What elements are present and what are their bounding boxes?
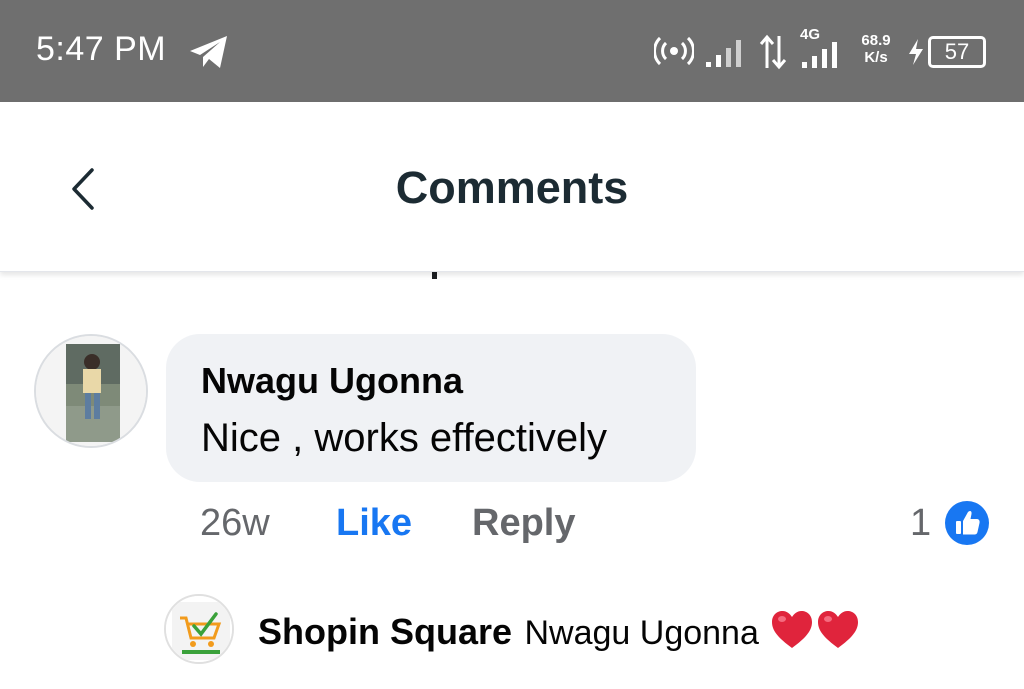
page-title: Comments xyxy=(395,162,629,213)
reply-author[interactable]: Shopin Square xyxy=(258,611,512,652)
reply-button[interactable]: Reply xyxy=(472,502,575,545)
reaction-count[interactable]: 1 xyxy=(910,502,931,545)
heart-icon xyxy=(772,611,813,648)
status-time: 5:47 PM xyxy=(36,30,167,68)
charging-icon xyxy=(909,39,923,65)
mobile-data-indicator: 4G xyxy=(796,26,844,70)
heart-emojis xyxy=(769,608,861,657)
like-button[interactable]: Like xyxy=(336,502,412,545)
hotspot-icon xyxy=(654,36,694,66)
comment-author[interactable]: Nwagu Ugonna xyxy=(201,360,463,402)
signal-icon xyxy=(706,40,741,67)
reply-item: Shopin Square Nwagu Ugonna xyxy=(258,608,861,657)
network-speed: 68.9 K/s xyxy=(855,32,897,66)
comment-timestamp: 26w xyxy=(200,502,270,544)
status-bar: 5:47 PM 4G 68.9 K/s 57 xyxy=(0,0,1024,102)
network-speed-value: 68.9 xyxy=(861,32,891,49)
comments-header: Comments xyxy=(0,102,1024,272)
thumbs-up-icon[interactable] xyxy=(944,500,990,546)
reply-avatar[interactable] xyxy=(164,594,234,664)
avatar-photo xyxy=(36,336,146,446)
signal-icon xyxy=(802,42,837,68)
comment-bubble[interactable]: Nwagu Ugonna Nice , works effectively xyxy=(166,334,696,482)
telegram-icon xyxy=(190,36,227,68)
data-arrows-icon xyxy=(759,34,787,70)
reply-text[interactable]: Nwagu Ugonna xyxy=(524,614,758,652)
heart-icon xyxy=(818,611,859,648)
comment-actions: 26w Like Reply 1 xyxy=(0,500,1024,548)
shopin-square-logo xyxy=(166,596,232,662)
network-speed-unit: K/s xyxy=(864,49,888,66)
comment-text: Nice , works effectively xyxy=(201,416,608,460)
clipped-content-fragment xyxy=(432,272,437,279)
avatar[interactable] xyxy=(34,334,148,448)
battery-icon: 57 xyxy=(928,36,986,68)
